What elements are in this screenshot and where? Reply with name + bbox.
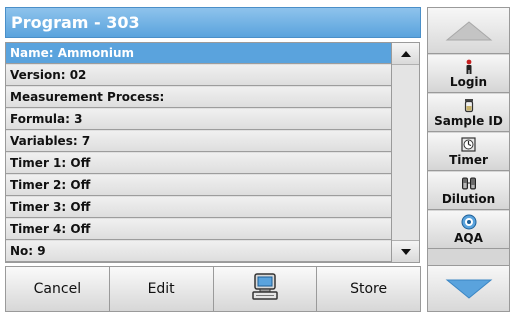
store-button[interactable]: Store [317, 267, 420, 311]
aqa-icon [461, 214, 477, 230]
list-item[interactable]: Timer 3: Off [6, 197, 391, 218]
sample-vial-icon [463, 97, 475, 113]
list-item[interactable]: Formula: 3 [6, 109, 391, 130]
login-button[interactable]: Login [428, 55, 509, 93]
login-label: Login [449, 75, 488, 89]
side-scroll-down-button[interactable] [428, 265, 509, 311]
cancel-button[interactable]: Cancel [6, 267, 110, 311]
side-panel: Login Sample ID Timer Dilution AQA [427, 7, 510, 312]
scroll-up-button[interactable] [392, 43, 419, 65]
scroll-down-button[interactable] [392, 240, 419, 262]
arrow-down-icon [445, 279, 492, 299]
dilution-button[interactable]: Dilution [428, 172, 509, 210]
list-item[interactable]: Measurement Process: [6, 87, 391, 108]
list-scrollbar[interactable] [392, 42, 420, 263]
computer-button[interactable] [213, 267, 318, 311]
dilution-label: Dilution [441, 192, 496, 206]
triangle-down-icon [400, 248, 411, 255]
side-scroll-up-button[interactable] [428, 8, 509, 54]
triangle-up-icon [400, 50, 411, 57]
list-item[interactable]: Name: Ammonium [6, 43, 391, 64]
sample-id-label: Sample ID [434, 114, 503, 128]
list-item[interactable]: Timer 1: Off [6, 153, 391, 174]
computer-icon [250, 273, 280, 305]
list-item[interactable]: Version: 02 [6, 65, 391, 86]
arrow-up-icon [445, 20, 492, 40]
bottom-toolbar: Cancel Edit Store [5, 266, 421, 312]
dilution-icon [461, 175, 477, 191]
timer-label: Timer [449, 153, 488, 167]
program-info-list: Name: Ammonium Version: 02 Measurement P… [5, 42, 392, 263]
edit-button[interactable]: Edit [109, 267, 214, 311]
list-item[interactable]: No: 9 [6, 241, 391, 262]
program-screen: Program - 303 Name: Ammonium Version: 02… [0, 0, 514, 314]
aqa-label: AQA [454, 231, 483, 245]
page-title: Program - 303 [5, 7, 421, 38]
timer-button[interactable]: Timer [428, 133, 509, 171]
list-item[interactable]: Variables: 7 [6, 131, 391, 152]
timer-icon [461, 136, 476, 152]
list-item[interactable]: Timer 2: Off [6, 175, 391, 196]
person-icon [463, 58, 475, 74]
aqa-button[interactable]: AQA [428, 211, 509, 249]
sample-id-button[interactable]: Sample ID [428, 94, 509, 132]
list-item[interactable]: Timer 4: Off [6, 219, 391, 240]
